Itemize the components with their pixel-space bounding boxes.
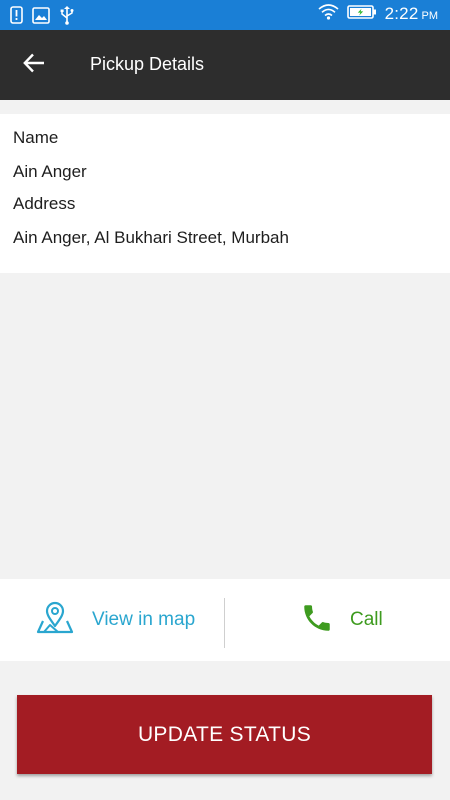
action-divider — [224, 598, 225, 648]
status-time: 2:22 PM — [385, 4, 438, 24]
status-bar-right-icons: 2:22 PM — [318, 3, 438, 25]
view-in-map-button[interactable]: View in map — [36, 579, 195, 661]
status-bar-left-icons — [10, 5, 75, 30]
pickup-details-screen: 2:22 PM Pickup Details Name Ain Anger Add… — [0, 0, 450, 800]
back-button[interactable] — [16, 50, 52, 80]
usb-icon — [59, 5, 75, 30]
view-in-map-label: View in map — [92, 609, 196, 630]
call-label: Call — [350, 609, 383, 630]
toolbar: Pickup Details — [0, 30, 450, 100]
notification-icon — [10, 6, 23, 29]
call-button[interactable]: Call — [300, 579, 383, 661]
back-arrow-icon — [23, 53, 45, 78]
image-icon — [32, 6, 50, 29]
status-time-value: 2:22 — [384, 4, 419, 23]
status-bar: 2:22 PM — [0, 0, 450, 30]
status-time-ampm: PM — [421, 10, 439, 22]
update-status-button[interactable]: UPDATE STATUS — [17, 695, 432, 774]
map-pin-icon — [36, 601, 74, 640]
name-label: Name — [13, 128, 59, 147]
address-value: Ain Anger, Al Bukhari Street, Murbah — [13, 228, 289, 247]
battery-charging-icon — [346, 4, 377, 25]
address-label: Address — [13, 194, 76, 213]
action-row: View in map Call — [0, 579, 450, 661]
pickup-details-card: Name Ain Anger Address Ain Anger, Al Buk… — [0, 114, 450, 273]
phone-icon — [300, 601, 334, 640]
page-title: Pickup Details — [90, 54, 205, 74]
name-value: Ain Anger — [13, 162, 87, 181]
wifi-icon — [318, 3, 339, 25]
